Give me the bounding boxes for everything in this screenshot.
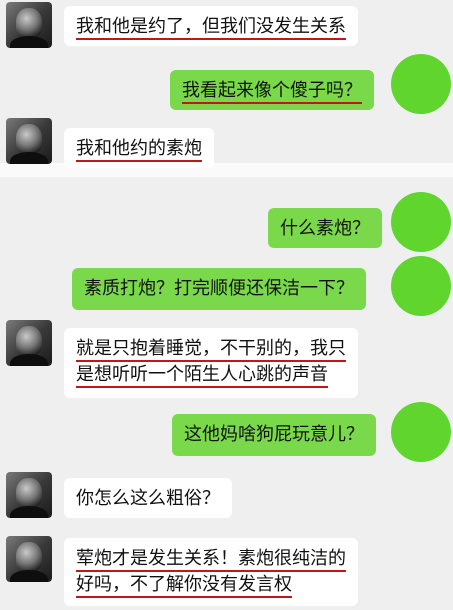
message-text: 好吗，不了解你没有发言权 — [76, 574, 292, 598]
message-text: 我和他约的素炮 — [76, 138, 202, 162]
message-text: 是想听听一个陌生人心跳的声音 — [76, 364, 328, 388]
message-bubble[interactable]: 这他妈啥狗屁玩意儿？ — [172, 414, 376, 456]
message-bubble[interactable]: 什么素炮？ — [268, 208, 382, 248]
message-text: 荤炮才是发生关系！素炮很纯洁的 — [76, 548, 346, 572]
message-bubble[interactable]: 素质打炮？打完顺便还保洁一下？ — [72, 268, 366, 310]
contact-avatar[interactable] — [6, 118, 52, 164]
message-text: 我看起来像个傻子吗？ — [182, 80, 362, 104]
contact-avatar[interactable] — [6, 2, 52, 48]
user-avatar[interactable] — [391, 402, 451, 462]
contact-avatar[interactable] — [6, 472, 52, 518]
message-bubble[interactable]: 就是只抱着睡觉，不干别的，我只 是想听听一个陌生人心跳的声音 — [64, 328, 358, 398]
message-text: 我和他是约了，但我们没发生关系 — [76, 16, 346, 40]
message-text: 你怎么这么粗俗？ — [76, 488, 220, 509]
message-bubble[interactable]: 荤炮才是发生关系！素炮很纯洁的 好吗，不了解你没有发言权 — [64, 538, 358, 606]
user-avatar[interactable] — [391, 192, 451, 252]
user-avatar[interactable] — [391, 256, 451, 316]
user-avatar[interactable] — [391, 54, 451, 114]
message-bubble[interactable]: 我和他是约了，但我们没发生关系 — [64, 6, 358, 46]
message-text: 这他妈啥狗屁玩意儿？ — [184, 424, 364, 445]
message-text: 就是只抱着睡觉，不干别的，我只 — [76, 338, 346, 362]
chat-area: 我和他是约了，但我们没发生关系 我看起来像个傻子吗？ 我和他约的素炮 什么素炮？… — [0, 0, 453, 610]
message-text: 素质打炮？打完顺便还保洁一下？ — [84, 278, 354, 299]
message-bubble[interactable]: 我和他约的素炮 — [64, 128, 214, 168]
message-bubble[interactable]: 我看起来像个傻子吗？ — [170, 70, 374, 110]
message-text: 什么素炮？ — [280, 218, 370, 239]
message-bubble[interactable]: 你怎么这么粗俗？ — [64, 478, 232, 518]
contact-avatar[interactable] — [6, 320, 52, 366]
contact-avatar[interactable] — [6, 536, 52, 582]
